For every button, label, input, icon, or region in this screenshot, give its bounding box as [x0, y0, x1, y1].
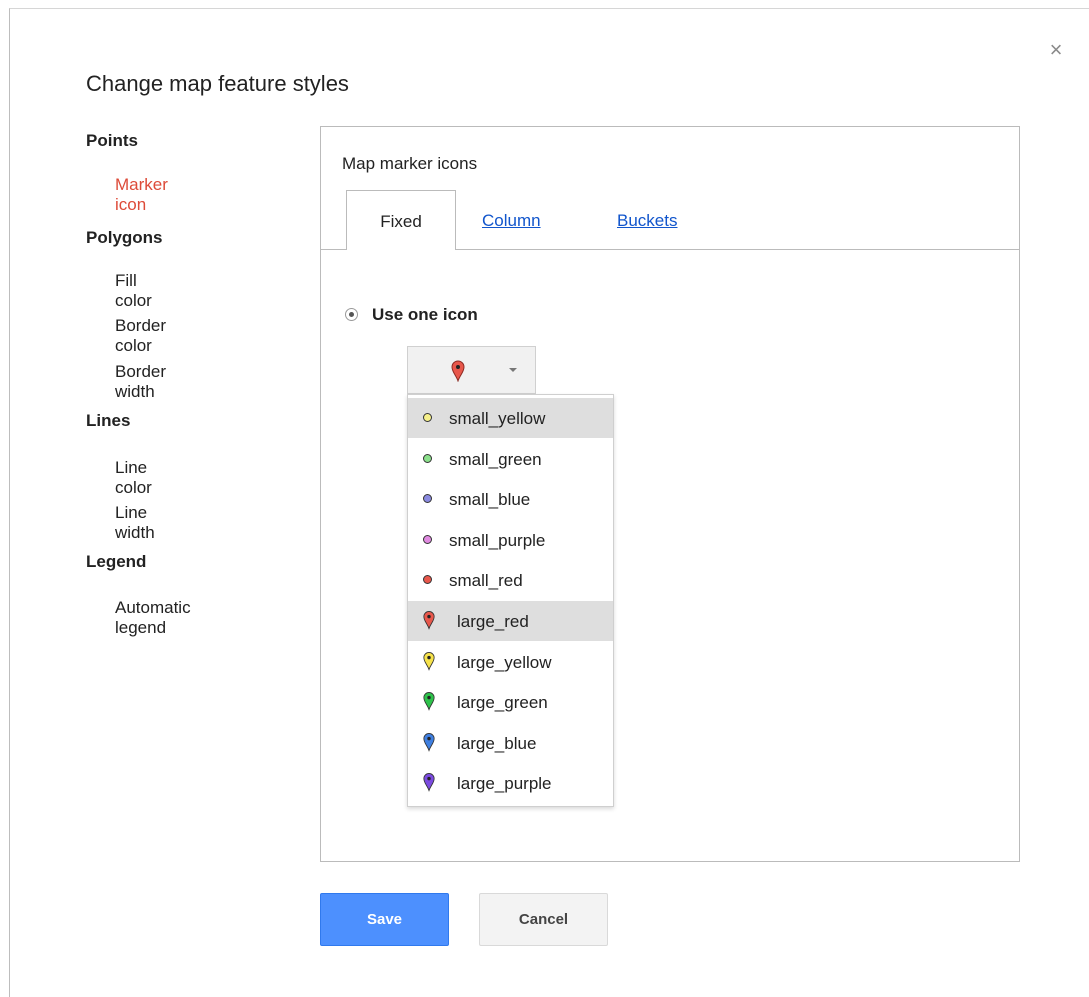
save-button[interactable]: Save	[320, 893, 449, 946]
large-red-pin-icon	[451, 360, 465, 387]
icon-option-large-green[interactable]: large_green	[408, 682, 613, 722]
small-green-dot-icon	[423, 453, 432, 463]
large-blue-pin-icon	[423, 732, 435, 757]
panel-title: Map marker icons	[342, 154, 478, 173]
small-red-dot-icon	[423, 575, 432, 585]
nav-item-automatic-legend[interactable]: Automatic legend	[115, 598, 191, 638]
icon-option-label: large_green	[457, 693, 548, 713]
icon-option-label: large_red	[457, 612, 529, 631]
tab-fixed[interactable]: Fixed	[346, 190, 456, 250]
icon-option-large-yellow[interactable]: large_yellow	[408, 642, 613, 682]
icon-option-label: small_red	[449, 571, 523, 591]
use-one-icon-label: Use one icon	[372, 305, 478, 324]
icon-option-small-red[interactable]: small_red	[408, 560, 613, 600]
icon-option-small-purple[interactable]: small_purple	[408, 520, 613, 560]
icon-option-label: small_blue	[449, 490, 531, 510]
small-yellow-dot-icon	[423, 413, 432, 422]
dialog-title: Change map feature styles	[86, 71, 349, 96]
icon-option-small-yellow[interactable]: small_yellow	[408, 398, 613, 438]
icon-option-large-red[interactable]: large_red	[408, 601, 613, 641]
nav-heading-points: Points	[86, 131, 138, 150]
large-red-pin-icon	[423, 610, 435, 635]
icon-option-label: small_green	[449, 449, 542, 469]
icon-option-label: small_yellow	[449, 409, 546, 428]
icon-option-label: large_blue	[457, 733, 537, 753]
nav-heading-lines: Lines	[86, 411, 131, 430]
icon-dropdown-menu: small_yellow small_green small_blue small_p…	[407, 394, 614, 807]
large-purple-pin-icon	[423, 772, 435, 797]
icon-option-label: large_yellow	[457, 652, 552, 672]
icon-option-large-blue[interactable]: large_blue	[408, 723, 613, 763]
icon-option-label: large_purple	[457, 774, 552, 794]
nav-item-line-width[interactable]: Line width	[115, 503, 155, 543]
nav-heading-legend: Legend	[86, 552, 147, 571]
marker-icons-panel: Map marker icons Fixed Column Buckets Us…	[320, 126, 1020, 862]
icon-option-small-green[interactable]: small_green	[408, 439, 613, 479]
icon-option-label: small_purple	[449, 530, 546, 550]
tab-column[interactable]: Column	[482, 211, 541, 231]
nav-heading-polygons: Polygons	[86, 228, 163, 247]
nav-item-border-color[interactable]: Border color	[115, 316, 166, 356]
nav-item-fill-color[interactable]: Fill color	[115, 271, 152, 311]
icon-option-small-blue[interactable]: small_blue	[408, 479, 613, 519]
large-green-pin-icon	[423, 691, 435, 716]
icon-select-button[interactable]	[407, 346, 536, 394]
chevron-down-icon	[509, 368, 517, 372]
close-icon[interactable]: ×	[1046, 39, 1066, 61]
use-one-icon-radio[interactable]	[345, 308, 358, 321]
cancel-button[interactable]: Cancel	[479, 893, 608, 946]
tab-buckets[interactable]: Buckets	[617, 211, 677, 231]
icon-option-large-purple[interactable]: large_purple	[408, 763, 613, 803]
nav-item-border-width[interactable]: Border width	[115, 362, 166, 402]
small-purple-dot-icon	[423, 534, 432, 544]
nav-item-marker-icon[interactable]: Marker icon	[115, 175, 168, 215]
small-blue-dot-icon	[423, 494, 432, 504]
large-yellow-pin-icon	[423, 651, 435, 676]
nav-item-line-color[interactable]: Line color	[115, 458, 152, 498]
